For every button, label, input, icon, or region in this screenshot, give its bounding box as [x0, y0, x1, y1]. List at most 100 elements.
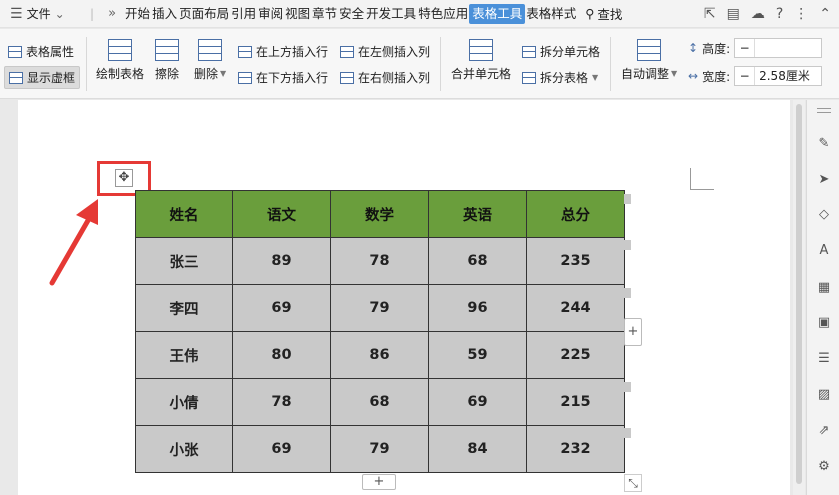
help-icon[interactable]: ? — [776, 6, 783, 22]
table-cell[interactable]: 80 — [232, 331, 331, 379]
draw-table-button[interactable]: 绘制表格 — [96, 39, 144, 82]
tab-review[interactable]: 审阅 — [257, 4, 284, 24]
insert-col-left-button[interactable]: 在左侧插入列 — [340, 43, 430, 60]
row-resize-handle[interactable] — [624, 382, 631, 392]
export-icon[interactable]: ⇗ — [816, 423, 832, 439]
tab-view[interactable]: 视图 — [284, 4, 311, 24]
collapse-ribbon-icon[interactable]: ⌃ — [819, 6, 831, 22]
table-icon[interactable]: ▦ — [816, 280, 832, 296]
cloud-icon[interactable]: ☁ — [751, 6, 765, 22]
table-cell[interactable]: 89 — [232, 237, 331, 285]
height-decrease-button[interactable]: − — [735, 39, 756, 57]
row-resize-handle[interactable] — [624, 240, 631, 250]
tab-section[interactable]: 章节 — [311, 4, 338, 24]
tab-page-layout[interactable]: 页面布局 — [178, 4, 230, 24]
table-cell[interactable]: 小倩 — [135, 378, 233, 426]
eraser-icon — [155, 39, 179, 61]
settings-sliders-icon[interactable]: ☰ — [816, 351, 832, 367]
tab-home[interactable]: 开始 — [124, 4, 151, 24]
table-cell[interactable]: 79 — [330, 425, 429, 473]
tab-references[interactable]: 引用 — [230, 4, 257, 24]
width-field[interactable]: − 2.58厘米 — [734, 66, 823, 86]
shapes-icon[interactable]: ◇ — [816, 207, 832, 223]
split-cells-button[interactable]: 拆分单元格 — [522, 43, 600, 60]
merge-cells-button[interactable]: 合并单元格 — [451, 39, 511, 82]
more-tabs-button[interactable]: » — [100, 6, 124, 21]
table-cell[interactable]: 215 — [526, 378, 625, 426]
cursor-icon[interactable]: ➤ — [816, 172, 832, 188]
height-control: ↕ 高度: − — [688, 38, 823, 58]
calendar-icon[interactable]: ▤ — [727, 6, 740, 22]
height-field[interactable]: − — [734, 38, 823, 58]
table-cell[interactable]: 张三 — [135, 237, 233, 285]
show-gridlines-button[interactable]: 显示虚框 — [4, 66, 81, 89]
share-icon[interactable]: ⇱ — [704, 6, 716, 22]
table-cell[interactable]: 84 — [428, 425, 527, 473]
table-cell[interactable]: 78 — [232, 378, 331, 426]
tab-insert[interactable]: 插入 — [151, 4, 178, 24]
header-cell[interactable]: 数学 — [330, 190, 429, 238]
pen-icon[interactable]: ✎ — [816, 136, 832, 152]
table-cell[interactable]: 225 — [526, 331, 625, 379]
right-sidebar: ✎ ➤ ◇ A ▦ ▣ ☰ ▨ ⇗ ⚙ — [806, 100, 839, 495]
table-cell[interactable]: 68 — [428, 237, 527, 285]
auto-fit-button[interactable]: 自动调整 ▼ — [621, 39, 677, 82]
table-properties-button[interactable]: 表格属性 — [8, 43, 74, 60]
table-cell[interactable]: 69 — [232, 284, 331, 332]
row-resize-handle[interactable] — [624, 288, 631, 298]
table-cell[interactable]: 232 — [526, 425, 625, 473]
table-cell[interactable]: 69 — [428, 378, 527, 426]
table-resize-handle[interactable]: ⤡ — [624, 474, 642, 492]
delete-button[interactable]: 删除 ▼ — [194, 39, 226, 82]
table-properties-label: 表格属性 — [26, 45, 75, 59]
header-cell[interactable]: 语文 — [232, 190, 331, 238]
tab-table-style[interactable]: 表格样式 — [525, 4, 577, 24]
scrollbar-thumb[interactable] — [796, 104, 802, 484]
table-cell[interactable]: 小张 — [135, 425, 233, 473]
width-value[interactable]: 2.58厘米 — [755, 67, 821, 85]
table-cell[interactable]: 96 — [428, 284, 527, 332]
merge-cells-label: 合并单元格 — [451, 67, 512, 81]
width-decrease-button[interactable]: − — [735, 67, 756, 85]
erase-button[interactable]: 擦除 — [155, 39, 179, 82]
table-cell[interactable]: 79 — [330, 284, 429, 332]
window-actions: ⇱ ▤ ☁ ? ⋮ ⌃ — [704, 0, 831, 28]
insert-row-below-button[interactable]: 在下方插入行 — [238, 69, 328, 86]
tab-table-tools[interactable]: 表格工具 — [469, 3, 526, 24]
add-column-button[interactable]: + — [624, 318, 642, 346]
table-row: 小张 69 79 84 232 — [135, 425, 625, 473]
table-cell[interactable]: 68 — [330, 378, 429, 426]
table-cell[interactable]: 86 — [330, 331, 429, 379]
table-cell[interactable]: 235 — [526, 237, 625, 285]
table-cell[interactable]: 王伟 — [135, 331, 233, 379]
row-resize-handle[interactable] — [624, 428, 631, 438]
picture-icon[interactable]: ▨ — [816, 387, 832, 403]
table-cell[interactable]: 78 — [330, 237, 429, 285]
add-row-button[interactable]: + — [362, 474, 396, 490]
table-cell[interactable]: 69 — [232, 425, 331, 473]
file-menu[interactable]: ☰ 文件 ⌄ — [0, 5, 84, 22]
vertical-scrollbar[interactable] — [793, 100, 805, 495]
row-resize-handle[interactable] — [624, 194, 631, 204]
height-value[interactable] — [755, 39, 821, 57]
table-cell[interactable]: 李四 — [135, 284, 233, 332]
header-cell[interactable]: 英语 — [428, 190, 527, 238]
insert-col-right-button[interactable]: 在右侧插入列 — [340, 69, 430, 86]
more-options-icon[interactable]: ⋮ — [794, 6, 808, 22]
insert-row-above-button[interactable]: 在上方插入行 — [238, 43, 328, 60]
split-table-button[interactable]: 拆分表格 ▼ — [522, 69, 598, 86]
tab-developer[interactable]: 开发工具 — [365, 4, 417, 24]
table-cell[interactable]: 244 — [526, 284, 625, 332]
split-cells-icon — [522, 45, 536, 58]
score-table[interactable]: 姓名 语文 数学 英语 总分 张三 89 78 68 235 李四 69 79 … — [135, 190, 625, 473]
ribbon-divider — [610, 37, 611, 91]
tab-security[interactable]: 安全 — [338, 4, 365, 24]
tab-special-apps[interactable]: 特色应用 — [417, 4, 469, 24]
grid-icon[interactable]: ▣ — [816, 315, 832, 331]
table-cell[interactable]: 59 — [428, 331, 527, 379]
search-button[interactable]: ⚲ 查找 — [585, 4, 622, 23]
style-icon[interactable]: A — [816, 243, 832, 259]
header-cell[interactable]: 总分 — [526, 190, 625, 238]
more-tools-icon[interactable]: ⚙ — [816, 459, 832, 475]
header-cell[interactable]: 姓名 — [135, 190, 233, 238]
